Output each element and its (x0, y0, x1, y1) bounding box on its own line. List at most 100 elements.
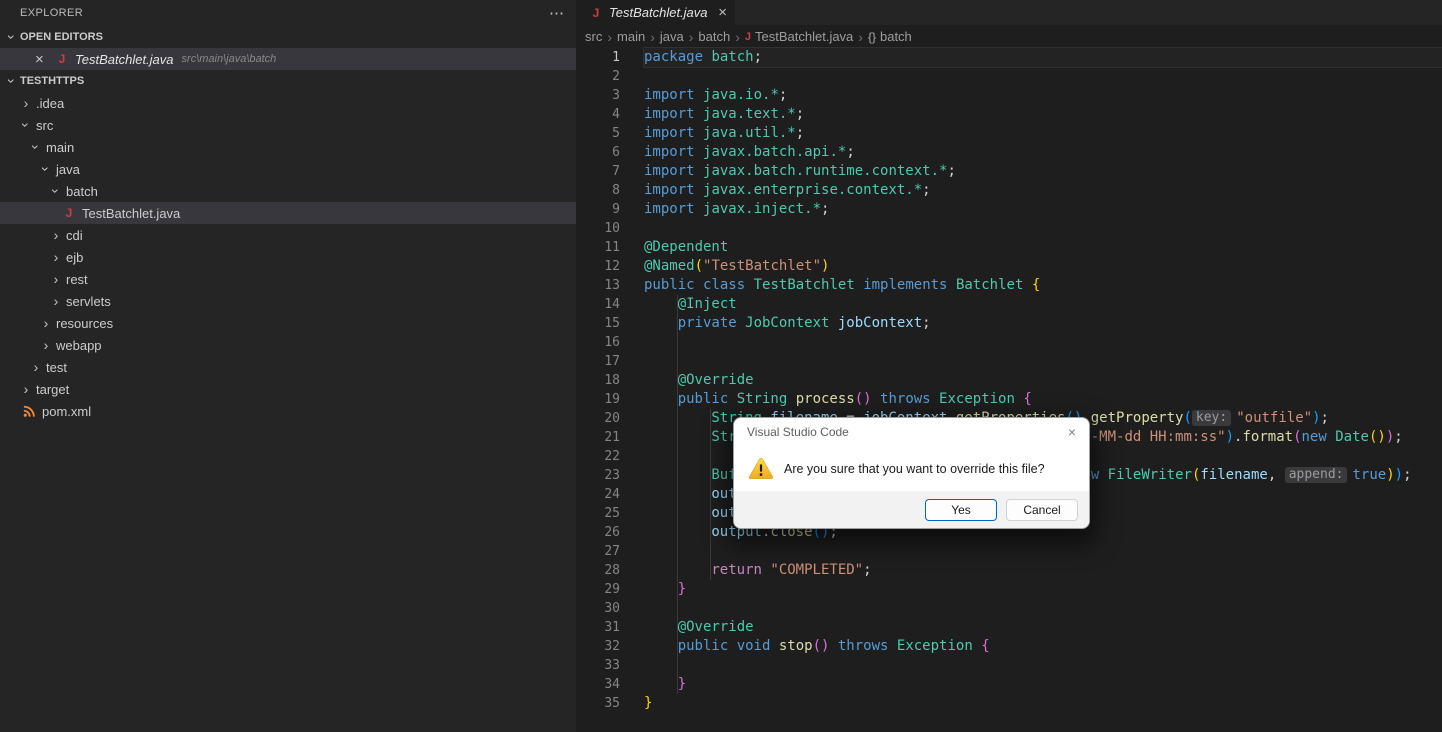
breadcrumb-item-main[interactable]: main (617, 29, 645, 44)
explorer-title: EXPLORER (20, 7, 84, 19)
code-token: ; (1394, 429, 1403, 445)
code-line-content: @Override (644, 618, 1442, 637)
chevron-down-icon: › (4, 34, 20, 40)
indent-guide (644, 523, 678, 542)
code-token: jobContext (837, 315, 923, 331)
code-token: () (1368, 429, 1386, 445)
code-token: javax.enterprise.context.* (703, 182, 923, 198)
line-number: 29 (604, 582, 620, 597)
breadcrumb-item-src[interactable]: src (585, 29, 602, 44)
editor-group: J TestBatchlet.java × src › main › java › batc… (576, 0, 1442, 732)
sidebar-item-webapp[interactable]: › webapp (0, 334, 576, 356)
code-token: import (644, 87, 695, 103)
sidebar-item-java[interactable]: › java (0, 158, 576, 180)
code-token: "TestBatchlet" (703, 258, 822, 274)
code-token: FileWriter (1107, 467, 1192, 483)
code-token: void (736, 638, 771, 654)
line-number: 4 (612, 107, 620, 122)
code-token: ) (1385, 429, 1395, 445)
indent-guide (678, 504, 712, 523)
close-editor-icon[interactable]: × (35, 51, 51, 68)
code-token: ; (863, 562, 872, 578)
tab-strip: J TestBatchlet.java × (576, 0, 1442, 25)
code-line: 12 @Named("TestBatchlet") (576, 257, 1442, 276)
tab-testbatchlet[interactable]: J TestBatchlet.java × (576, 0, 735, 25)
yes-button[interactable]: Yes (925, 498, 997, 521)
indent-guide (644, 409, 678, 428)
code-token: @Named (644, 258, 695, 274)
code-line: 14 @Inject (576, 295, 1442, 314)
code-line: 31 @Override (576, 618, 1442, 637)
breadcrumb-item-testbatchlet-java[interactable]: J TestBatchlet.java (745, 29, 853, 44)
sidebar-item-testbatchlet-java[interactable]: J TestBatchlet.java (0, 202, 576, 224)
code-line-content: import javax.inject.*; (644, 200, 1442, 219)
more-actions-icon[interactable]: ⋯ (549, 4, 564, 22)
code-token: import (644, 144, 695, 160)
code-token: stop (778, 638, 813, 654)
sidebar-item-test[interactable]: › test (0, 356, 576, 378)
code-token: ( (1183, 410, 1192, 426)
breadcrumb-item-batch[interactable]: {} batch (868, 29, 912, 44)
code-token: import (644, 182, 695, 198)
code-line: 27 (576, 542, 1442, 561)
sidebar-item-cdi[interactable]: › cdi (0, 224, 576, 246)
line-number: 5 (612, 126, 620, 141)
open-editors-section-header[interactable]: › OPEN EDITORS (0, 26, 576, 48)
sidebar-item-ejb[interactable]: › ejb (0, 246, 576, 268)
project-label: TESTHTTPS (20, 75, 85, 87)
chevron-down-icon: › (4, 78, 20, 84)
indent-guide (644, 504, 678, 523)
warning-icon (748, 458, 774, 479)
code-editor[interactable]: 1 package batch; 2 3 import java.io.*; 4 impor… (576, 47, 1442, 713)
open-editor-item-testbatchlet-java[interactable]: × J TestBatchlet.java src\main\java\batch (0, 48, 576, 70)
tree-item-label: cdi (66, 227, 83, 243)
line-number: 7 (612, 164, 620, 179)
tab-close-icon[interactable]: × (718, 4, 727, 21)
sidebar-item-target[interactable]: › target (0, 378, 576, 400)
dialog-close-icon[interactable]: × (1068, 424, 1076, 440)
breadcrumb-item-java[interactable]: java (660, 29, 684, 44)
line-number: 24 (604, 487, 620, 502)
chevron-down-icon: › (28, 144, 44, 150)
code-token: Exception (896, 638, 973, 654)
sidebar-item-idea[interactable]: › .idea (0, 92, 576, 114)
code-line: 6 import javax.batch.api.*; (576, 143, 1442, 162)
code-token: package (644, 49, 704, 65)
code-token: } (677, 581, 687, 597)
sidebar-item-pom-xml[interactable]: pom.xml (0, 400, 576, 422)
sidebar-item-rest[interactable]: › rest (0, 268, 576, 290)
sidebar-item-servlets[interactable]: › servlets (0, 290, 576, 312)
line-number: 11 (604, 240, 620, 255)
code-line: 11 @Dependent (576, 238, 1442, 257)
cancel-button[interactable]: Cancel (1006, 498, 1078, 521)
tree-item-label: java (56, 161, 80, 177)
code-token: String (736, 391, 788, 407)
indent-guide (644, 447, 678, 466)
project-section-header[interactable]: › TESTHTTPS (0, 70, 576, 92)
code-token: java.text.* (703, 106, 796, 122)
java-icon: J (58, 52, 66, 66)
sidebar-item-main[interactable]: › main (0, 136, 576, 158)
code-line: 18 @Override (576, 371, 1442, 390)
sidebar-item-resources[interactable]: › resources (0, 312, 576, 334)
sidebar-item-src[interactable]: › src (0, 114, 576, 136)
breadcrumb-item-batch[interactable]: batch (698, 29, 730, 44)
code-line: 35} (576, 694, 1442, 713)
code-token: public (644, 277, 695, 293)
namespace-icon: {} (867, 29, 876, 44)
line-number: 31 (604, 620, 620, 635)
breadcrumb-label: java (659, 29, 684, 44)
code-token: return (711, 562, 762, 578)
dialog-body: Are you sure that you want to override t… (734, 445, 1089, 493)
indent-guide (644, 599, 678, 618)
sidebar-item-batch[interactable]: › batch (0, 180, 576, 202)
indent-guide (644, 580, 678, 599)
